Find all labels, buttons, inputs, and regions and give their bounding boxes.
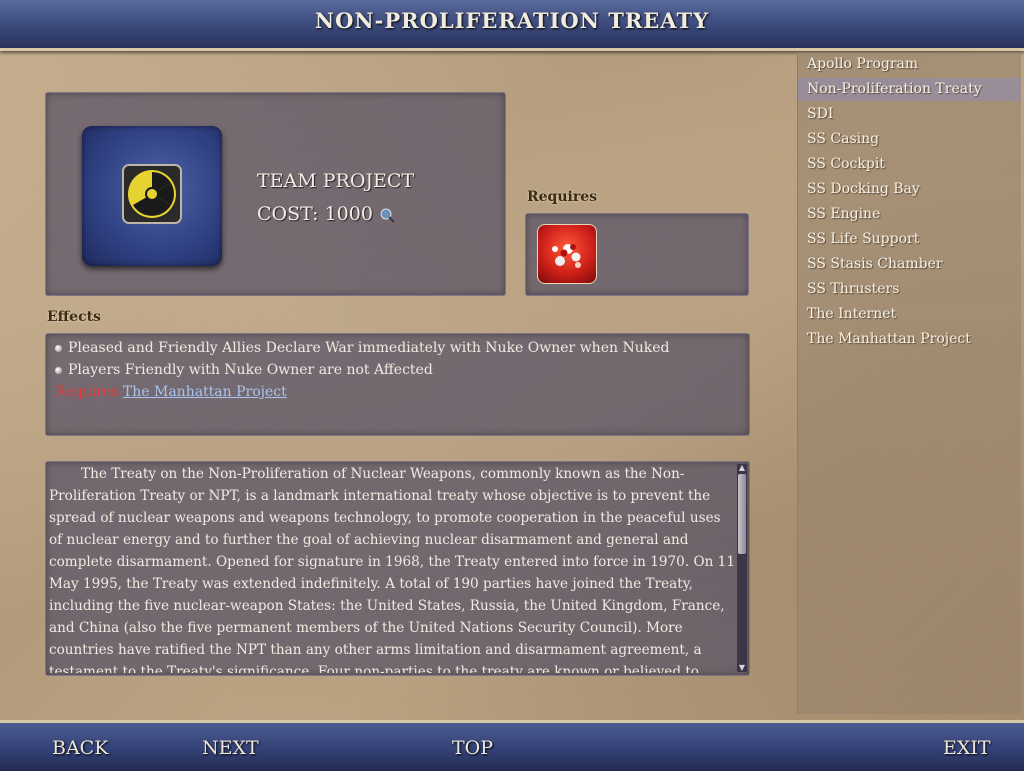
wonder-list: Apollo Program Non-Proliferation Treaty SD… — [797, 52, 1021, 714]
bullet-icon — [55, 344, 62, 352]
sidebar-item[interactable]: SS Stasis Chamber — [798, 253, 1021, 276]
requires-label: Requires — [527, 189, 597, 205]
sidebar-item[interactable]: SS Life Support — [798, 228, 1021, 251]
sidebar-item[interactable]: SDI — [798, 103, 1021, 126]
sidebar-item[interactable]: SS Docking Bay — [798, 178, 1021, 201]
effect-text-1: Pleased and Friendly Allies Declare War … — [68, 340, 670, 356]
scrollbar-thumb[interactable] — [738, 474, 746, 554]
effect-line-1: Pleased and Friendly Allies Declare War … — [55, 340, 669, 356]
effects-label: Effects — [47, 309, 101, 325]
manhattan-project-link[interactable]: The Manhattan Project — [123, 384, 287, 400]
description-paragraph: The Treaty on the Non-Proliferation of N… — [49, 466, 735, 673]
atom-explosion-icon[interactable] — [537, 224, 597, 284]
sidebar-item[interactable]: SS Thrusters — [798, 278, 1021, 301]
sidebar-item[interactable]: SS Cockpit — [798, 153, 1021, 176]
scroll-down-arrow-icon[interactable]: ▼ — [737, 664, 747, 672]
atom-explosion-graphic — [552, 244, 581, 268]
sidebar-item[interactable]: Apollo Program — [798, 53, 1021, 76]
page-title: NON-PROLIFERATION TREATY — [314, 8, 710, 33]
exit-button[interactable]: EXIT — [943, 737, 991, 759]
scroll-up-arrow-icon[interactable]: ▲ — [737, 464, 747, 472]
requires-prefix: Requires — [55, 384, 119, 400]
sidebar-item[interactable]: The Manhattan Project — [798, 328, 1021, 351]
radiation-icon — [122, 164, 182, 224]
next-button[interactable]: NEXT — [202, 737, 259, 759]
bottom-nav-bar: BACK NEXT TOP EXIT — [0, 720, 1024, 771]
project-type: TEAM PROJECT — [257, 170, 415, 192]
research-beaker-icon — [380, 208, 395, 223]
top-button[interactable]: TOP — [452, 737, 493, 759]
sidebar-item[interactable]: SS Engine — [798, 203, 1021, 226]
project-icon-frame — [82, 126, 222, 266]
back-button[interactable]: BACK — [52, 737, 108, 759]
cost-value: 1000 — [324, 203, 373, 225]
effect-line-2: Players Friendly with Nuke Owner are not… — [55, 362, 433, 378]
bullet-icon — [55, 366, 62, 374]
sidebar-item[interactable]: The Internet — [798, 303, 1021, 326]
title-bar: NON-PROLIFERATION TREATY — [0, 0, 1024, 51]
description-scrollbar[interactable]: ▲ ▼ — [737, 464, 747, 672]
sidebar-item[interactable]: SS Casing — [798, 128, 1021, 151]
sidebar-item[interactable]: Non-Proliferation Treaty — [798, 78, 1021, 101]
cost-label: COST: — [257, 203, 319, 225]
effect-requires-line: Requires The Manhattan Project — [55, 384, 287, 400]
project-cost: COST: 1000 — [257, 203, 395, 225]
effect-text-2: Players Friendly with Nuke Owner are not… — [68, 362, 433, 378]
description-text: The Treaty on the Non-Proliferation of N… — [49, 463, 735, 673]
